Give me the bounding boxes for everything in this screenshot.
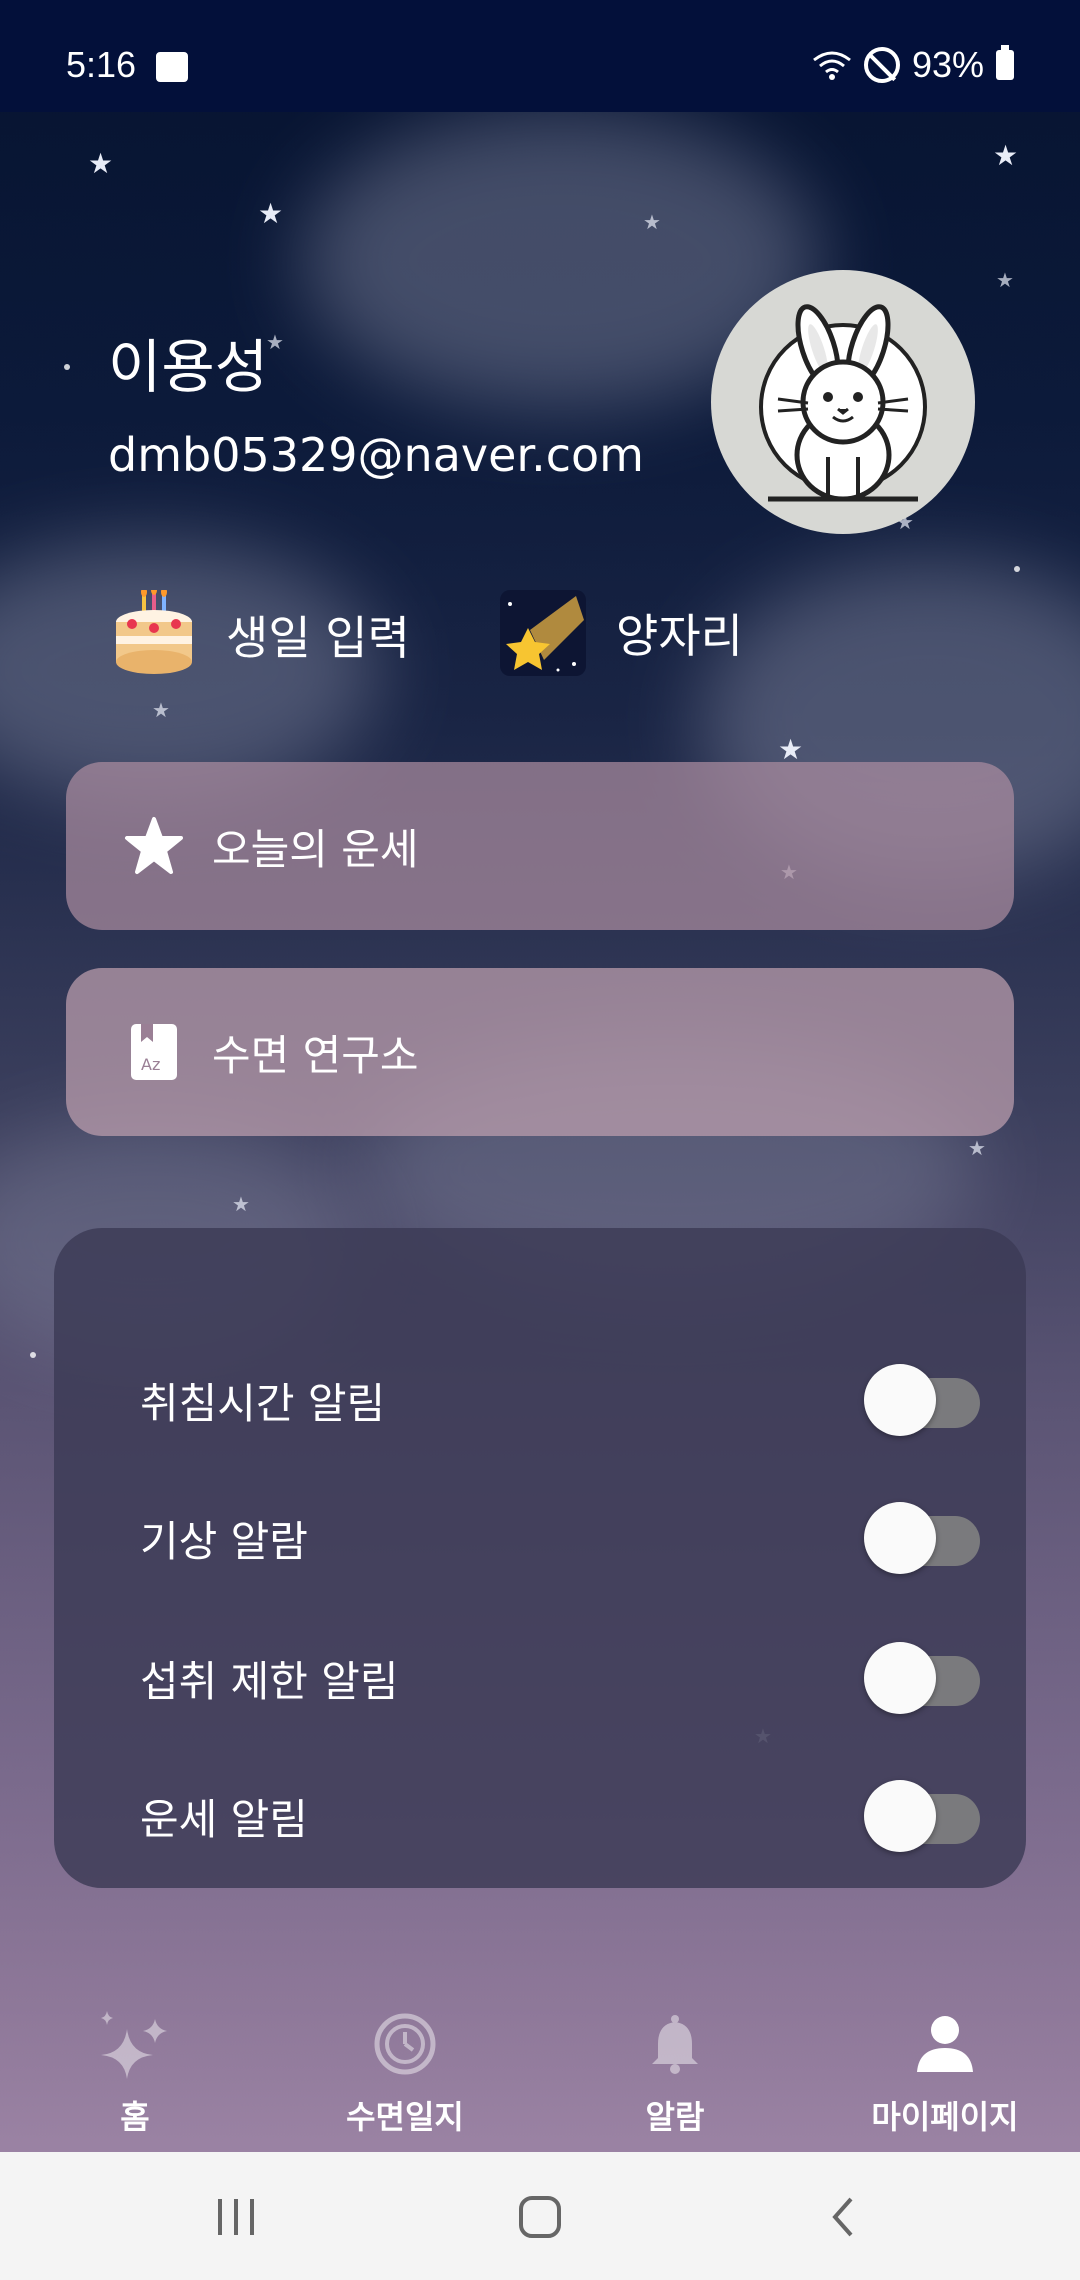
setting-label: 취침시간 알림 — [140, 1378, 386, 1428]
setting-label: 운세 알림 — [140, 1794, 308, 1844]
toggle-thumb — [864, 1364, 936, 1436]
back-button[interactable] — [812, 2192, 872, 2242]
clock-icon — [367, 2006, 443, 2082]
toggle-thumb — [864, 1780, 936, 1852]
toggle-thumb — [864, 1502, 936, 1574]
home-icon — [519, 2196, 561, 2238]
star-icon — [122, 814, 186, 878]
fortune-toggle[interactable] — [864, 1780, 980, 1852]
star-decoration — [30, 1352, 36, 1358]
bedtime-toggle[interactable] — [864, 1364, 980, 1436]
setting-row-bedtime: 취침시간 알림 — [140, 1350, 980, 1450]
svg-text:Az: Az — [141, 1055, 160, 1074]
star-decoration: ★ — [778, 733, 804, 766]
nav-label: 알람 — [645, 2098, 705, 2136]
star-decoration: ★ — [152, 698, 170, 722]
battery-percent: 93% — [911, 44, 984, 85]
recent-apps-icon — [218, 2199, 254, 2235]
do-not-disturb-icon — [863, 47, 900, 83]
bottom-navigation: 홈 수면일지 알람 마이페이지 — [0, 1984, 1080, 2152]
sleep-lab-button[interactable]: Az 수면 연구소 — [66, 968, 1014, 1136]
status-time: 5:16 — [66, 44, 137, 85]
notification-settings-card: 취침시간 알림 기상 알람 섭취 제한 알림 운세 알림 — [54, 1228, 1026, 1888]
nav-home[interactable]: 홈 — [0, 1984, 270, 2152]
star-decoration: ★ — [258, 197, 284, 230]
status-right: 93% — [812, 44, 1014, 86]
intake-limit-toggle[interactable] — [864, 1642, 980, 1714]
status-bar: 5:16 93% — [0, 0, 1080, 112]
cake-icon — [116, 590, 192, 674]
recent-apps-button[interactable] — [206, 2192, 266, 2242]
wakeup-toggle[interactable] — [864, 1502, 980, 1574]
star-decoration: ★ — [266, 330, 284, 354]
zodiac-label: 양자리 — [616, 609, 743, 663]
setting-label: 기상 알람 — [140, 1516, 308, 1566]
sleep-lab-label: 수면 연구소 — [212, 1030, 419, 1080]
zodiac-button[interactable]: 양자리 — [500, 590, 743, 676]
setting-row-fortune: 운세 알림 — [140, 1766, 980, 1866]
star-decoration — [1014, 566, 1020, 572]
nav-label: 수면일지 — [346, 2098, 464, 2136]
bell-icon — [637, 2006, 713, 2082]
star-decoration: ★ — [88, 147, 114, 180]
today-fortune-button[interactable]: 오늘의 운세 — [66, 762, 1014, 930]
nav-sleep-log[interactable]: 수면일지 — [270, 1984, 540, 2152]
shooting-star-icon — [500, 590, 586, 676]
star-decoration: ★ — [968, 1136, 986, 1160]
wifi-icon — [813, 51, 851, 80]
setting-row-intake-limit: 섭취 제한 알림 — [140, 1628, 980, 1728]
nav-label: 홈 — [120, 2098, 150, 2136]
setting-label: 섭취 제한 알림 — [140, 1656, 399, 1706]
nav-label: 마이페이지 — [871, 2098, 1019, 2136]
setting-row-wakeup: 기상 알람 — [140, 1488, 980, 1588]
avatar[interactable] — [711, 270, 975, 534]
birthday-button[interactable]: 생일 입력 — [112, 590, 410, 680]
person-icon — [907, 2006, 983, 2082]
star-decoration: ★ — [996, 268, 1014, 292]
profile-name: 이용성 — [108, 333, 269, 401]
sparkle-icon — [97, 2006, 173, 2082]
star-decoration: ★ — [643, 210, 661, 234]
battery-icon — [996, 45, 1014, 80]
birthday-label: 생일 입력 — [226, 611, 410, 665]
star-decoration — [64, 364, 70, 370]
nav-alarm[interactable]: 알람 — [540, 1984, 810, 2152]
toggle-thumb — [864, 1642, 936, 1714]
system-navigation-bar — [0, 2152, 1080, 2280]
rabbit-icon — [759, 304, 927, 502]
home-button[interactable] — [510, 2192, 570, 2242]
nav-mypage[interactable]: 마이페이지 — [810, 1984, 1080, 2152]
profile-email: dmb05329@naver.com — [108, 428, 644, 482]
sleep-book-icon: Az — [122, 1020, 186, 1084]
star-decoration: ★ — [232, 1192, 250, 1216]
today-fortune-label: 오늘의 운세 — [212, 824, 419, 874]
star-decoration: ★ — [993, 139, 1019, 172]
back-icon — [832, 2197, 853, 2237]
image-icon — [156, 52, 188, 82]
